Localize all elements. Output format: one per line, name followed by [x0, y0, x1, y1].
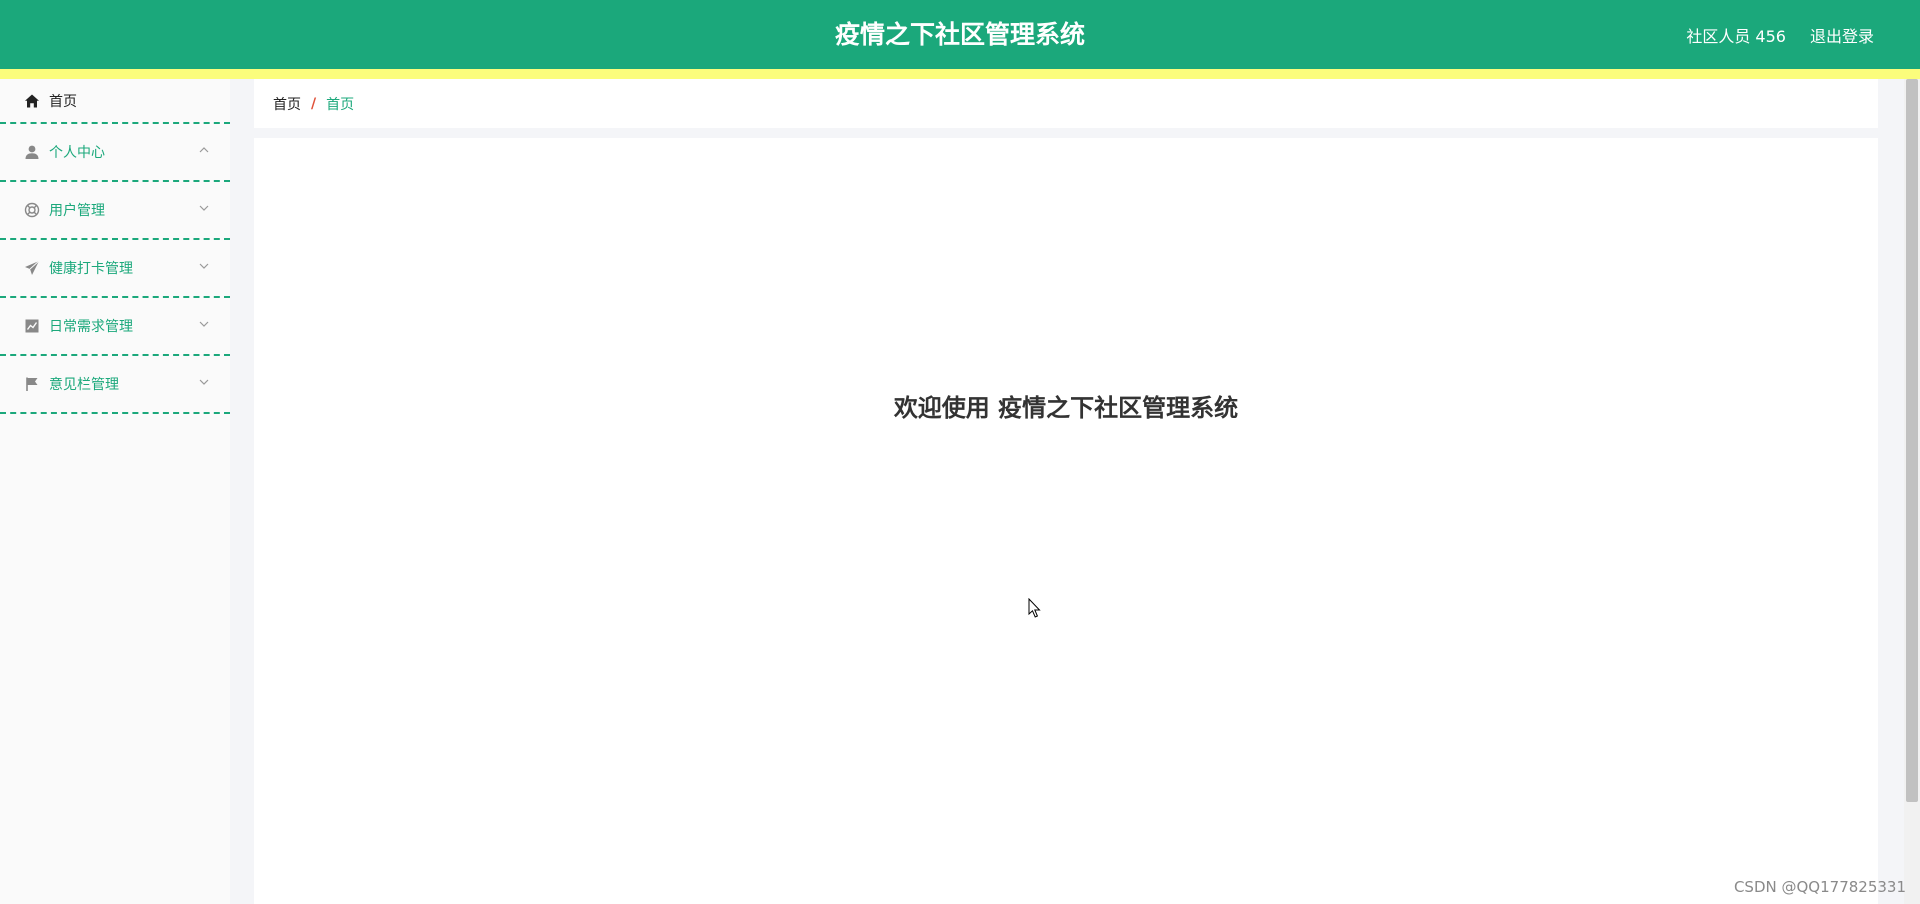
header-accent-bar — [0, 69, 1920, 79]
app-title: 疫情之下社区管理系统 — [834, 20, 1085, 49]
sidebar-item-user-management[interactable]: 用户管理 — [0, 182, 230, 240]
breadcrumb-root-link[interactable]: 首页 — [273, 94, 301, 114]
welcome-message: 欢迎使用 疫情之下社区管理系统 — [893, 394, 1239, 422]
user-icon — [24, 144, 40, 160]
sidebar-item-label: 用户管理 — [49, 203, 105, 219]
breadcrumb: 首页 / 首页 — [254, 79, 1878, 128]
user-name: 社区人员 456 — [1686, 26, 1786, 46]
sidebar-item-health-checkin[interactable]: 健康打卡管理 — [0, 240, 230, 298]
sidebar-item-feedback[interactable]: 意见栏管理 — [0, 356, 230, 414]
sidebar-item-label: 日常需求管理 — [49, 319, 133, 335]
sidebar-item-daily-needs[interactable]: 日常需求管理 — [0, 298, 230, 356]
top-header: 疫情之下社区管理系统 社区人员 456 退出登录 — [0, 0, 1920, 69]
chevron-down-icon — [198, 318, 210, 330]
scrollbar-thumb[interactable] — [1906, 79, 1918, 802]
home-icon — [24, 93, 40, 109]
mouse-cursor-icon — [1028, 597, 1042, 620]
sidebar-item-label: 健康打卡管理 — [49, 261, 133, 277]
chevron-down-icon — [198, 376, 210, 388]
sidebar-item-home[interactable]: 首页 — [0, 79, 230, 124]
flag-icon — [24, 376, 40, 392]
sidebar-item-label: 意见栏管理 — [49, 377, 119, 393]
sidebar-item-label: 个人中心 — [49, 145, 105, 161]
breadcrumb-separator: / — [311, 95, 317, 112]
sidebar-item-personal-center[interactable]: 个人中心 — [0, 124, 230, 182]
chevron-down-icon — [198, 260, 210, 272]
chevron-up-icon — [198, 144, 210, 156]
watermark: CSDN @QQ177825331 — [1733, 878, 1906, 896]
lifebuoy-icon — [24, 202, 40, 218]
main-content: 欢迎使用 疫情之下社区管理系统 — [254, 138, 1878, 904]
header-user-area: 社区人员 456 退出登录 — [1686, 0, 1874, 69]
sidebar-menu: 首页 个人中心 用户管理 健康打卡管理 日常需求管理 意见栏管理 — [0, 79, 230, 904]
chevron-down-icon — [198, 202, 210, 214]
chart-icon — [24, 318, 40, 334]
sidebar-item-label: 首页 — [49, 93, 77, 110]
breadcrumb-current: 首页 — [326, 96, 355, 113]
paper-plane-icon — [24, 260, 40, 276]
logout-button[interactable]: 退出登录 — [1810, 23, 1874, 47]
